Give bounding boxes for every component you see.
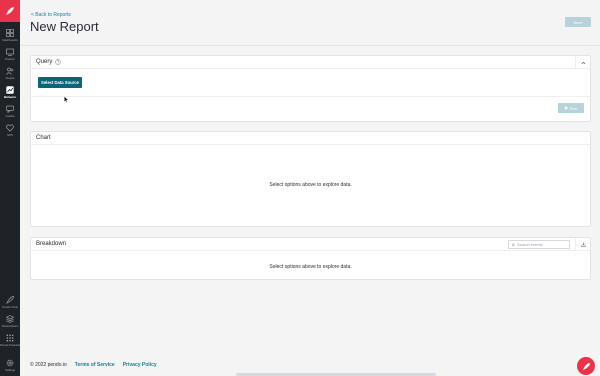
sidebar-item-nps[interactable]: NPS (0, 123, 20, 141)
download-button[interactable] (575, 238, 590, 251)
privacy-policy-link[interactable]: Privacy Policy (123, 362, 157, 368)
back-to-reports-link[interactable]: < Back to Reports (31, 12, 71, 18)
play-icon (564, 106, 568, 110)
footer: © 2022 pendo.io Terms of Service Privacy… (30, 362, 157, 368)
sidebar-item-label: Behavior (3, 95, 17, 99)
query-panel-header: Query (31, 56, 590, 69)
header-divider (20, 45, 600, 46)
sidebar-item-pendo-tools[interactable]: Pendo Tools (0, 295, 20, 313)
run-button-label: Run (569, 105, 578, 111)
sidebar-item-dashboards[interactable]: Dashboards (0, 28, 20, 46)
copyright-text: © 2022 pendo.io (30, 362, 67, 368)
guides-icon (6, 105, 14, 113)
sidebar-item-label: Settings (4, 368, 16, 372)
chart-empty-message: Select options above to explore data. (269, 182, 352, 188)
search-events-input[interactable] (517, 242, 569, 247)
pendo-logo-icon (6, 7, 14, 15)
product-icon (6, 48, 14, 56)
chart-panel-title: Chart (36, 135, 51, 141)
mouse-cursor-icon (64, 96, 69, 103)
collapse-query-button[interactable] (575, 56, 590, 69)
breakdown-panel-title: Breakdown (36, 241, 67, 247)
sidebar-item-subscriptions[interactable]: Subscriptions (0, 314, 20, 332)
settings-icon (6, 359, 14, 367)
sidebar-item-label: People (5, 76, 15, 80)
pendo-tools-icon (6, 296, 14, 304)
sidebar-item-label: Pendo Products (0, 343, 20, 347)
chart-panel: Chart Select options above to explore da… (30, 131, 591, 227)
breakdown-panel-header: Breakdown (31, 238, 590, 251)
query-panel: Query Select Data Source Run (30, 55, 591, 122)
download-icon (580, 242, 586, 247)
search-icon (512, 243, 515, 246)
subscriptions-icon (6, 315, 14, 323)
chart-panel-header: Chart (31, 132, 590, 145)
pendo-products-icon (6, 334, 14, 342)
nps-icon (6, 124, 14, 132)
sidebar-item-pendo-products[interactable]: Pendo Products (0, 333, 20, 351)
search-events-box[interactable] (508, 240, 570, 249)
pendo-rocket-icon (582, 362, 590, 370)
breakdown-panel: Breakdown Select options above to explor… (30, 237, 591, 280)
sidebar-item-label: Guides (5, 114, 15, 118)
sidebar: Dashboards Product People Behavior Guide… (0, 0, 20, 376)
breakdown-empty-message: Select options above to explore data. (269, 264, 352, 270)
sidebar-item-label: NPS (7, 133, 13, 137)
page-title: New Report (30, 19, 99, 34)
save-button[interactable]: Save (565, 17, 591, 27)
dashboard-icon (6, 29, 14, 37)
sidebar-item-product[interactable]: Product (0, 47, 20, 65)
pendo-logo[interactable] (0, 0, 20, 22)
select-data-source-button[interactable]: Select Data Source (38, 77, 82, 88)
sidebar-item-label: Pendo Tools (2, 305, 18, 309)
sidebar-item-label: Product (5, 57, 15, 61)
query-panel-title: Query (36, 59, 53, 65)
sidebar-item-settings[interactable]: Settings (0, 358, 20, 376)
terms-of-service-link[interactable]: Terms of Service (75, 362, 115, 368)
sidebar-item-people[interactable]: People (0, 66, 20, 84)
resource-center-button[interactable] (577, 357, 595, 375)
query-divider (31, 96, 590, 97)
run-button[interactable]: Run (558, 103, 584, 113)
help-circle-icon[interactable] (55, 59, 62, 65)
sidebar-item-label: Subscriptions (1, 324, 19, 328)
chevron-up-icon (581, 61, 585, 64)
sidebar-item-behavior[interactable]: Behavior (0, 85, 20, 103)
behavior-icon (6, 86, 14, 94)
sidebar-item-guides[interactable]: Guides (0, 104, 20, 122)
sidebar-item-label: Dashboards (2, 38, 18, 42)
people-icon (6, 67, 14, 75)
